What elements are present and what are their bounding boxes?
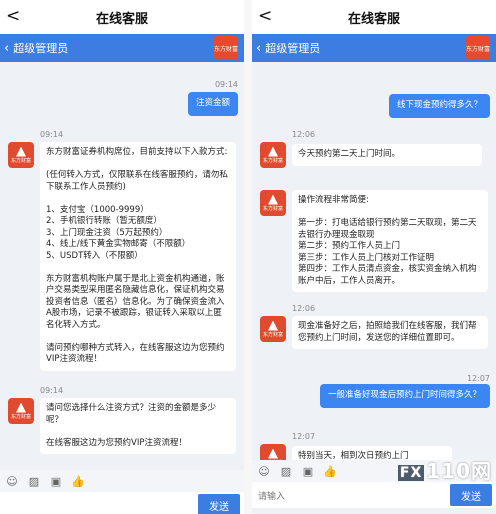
gallery-icon[interactable]: ▣ <box>48 474 64 488</box>
avatar-text: 东方财富 <box>262 331 283 338</box>
input-row: 发送 <box>0 492 244 514</box>
agent-header: ‹ 超级管理员 东方财富 <box>0 34 244 62</box>
back-chevron-icon[interactable]: ‹ <box>256 41 261 56</box>
send-button[interactable]: 发送 <box>198 494 240 514</box>
image-icon[interactable]: ▨ <box>278 464 294 478</box>
watermark: FX 110网 <box>397 455 492 484</box>
agent-avatar: 东方财富 <box>8 142 34 168</box>
agent-avatar: 东方财富 <box>260 316 286 342</box>
message-time: 12:06 <box>292 304 316 313</box>
message-list[interactable]: 线下现金预约得多久？ 12:06 东方财富 今天预约第二天上门时间。 东方财富 … <box>252 62 496 514</box>
logo-icon <box>16 402 26 413</box>
agent-name: 超级管理员 <box>13 42 69 55</box>
message-input[interactable]: 请输入 <box>252 489 450 502</box>
gallery-icon[interactable]: ▣ <box>300 464 316 478</box>
watermark-box: FX <box>397 464 425 481</box>
message-time: 12:07 <box>292 432 316 441</box>
agent-avatar: 东方财富 <box>260 190 286 216</box>
agent-name: 超级管理员 <box>265 42 321 55</box>
back-chevron-icon[interactable]: < <box>6 6 20 26</box>
brand-logo-text: 东方财富 <box>466 45 491 53</box>
message-time: 09:14 <box>214 80 238 89</box>
logo-icon <box>268 448 278 459</box>
logo-icon <box>268 146 278 157</box>
page-title: 在线客服 <box>347 11 400 27</box>
screenshot-stage: < 在线客服 ‹ 超级管理员 东方财富 09:14 注资金额 09:14 东方财… <box>0 0 496 514</box>
top-bar: < 在线客服 <box>252 0 496 34</box>
back-chevron-icon[interactable]: ‹ <box>4 41 9 56</box>
agent-message: 今天预约第二天上门时间。 <box>292 144 482 166</box>
logo-icon <box>268 320 278 331</box>
agent-message: 现金准备好之后，拍照给我们在线客服，我们帮您预约上门时间，发送您的详细位置即可。 <box>292 316 488 349</box>
message-time: 09:14 <box>40 130 64 139</box>
smiley-icon[interactable]: ☺ <box>4 474 20 488</box>
smiley-icon[interactable]: ☺ <box>256 464 272 478</box>
agent-message: 请问您选择什么注资方式？注资的金额是多少呢？ 在线客服这边为您预约VIP注资流程… <box>40 398 236 454</box>
image-icon[interactable]: ▨ <box>26 474 42 488</box>
panel-divider <box>244 0 252 514</box>
thumbs-up-icon[interactable]: 👍 <box>322 464 338 478</box>
agent-message: 东方财富证券机构席位，目前支持以下入款方式: (任何转入方式，仅限联系在线客服预… <box>40 142 236 371</box>
avatar-text: 东方财富 <box>262 157 283 164</box>
user-message: 注资金额 <box>187 92 238 116</box>
message-time: 12:07 <box>466 374 490 383</box>
avatar-text: 东方财富 <box>10 157 31 164</box>
message-time: 12:06 <box>292 130 316 139</box>
logo-icon <box>16 146 26 157</box>
agent-header: ‹ 超级管理员 东方财富 <box>252 34 496 62</box>
message-time: 09:14 <box>40 386 64 395</box>
back-chevron-icon[interactable]: < <box>258 6 272 26</box>
input-toolbar: ☺ ▨ ▣ 👍 <box>0 470 244 492</box>
send-button[interactable]: 发送 <box>450 484 492 506</box>
brand-logo: 东方财富 <box>214 36 238 60</box>
watermark-text: 110网 <box>426 459 492 483</box>
chat-window-left: < 在线客服 ‹ 超级管理员 东方财富 09:14 注资金额 09:14 东方财… <box>0 0 244 514</box>
brand-logo-text: 东方财富 <box>214 45 239 53</box>
message-list[interactable]: 09:14 注资金额 09:14 东方财富 东方财富证券机构席位，目前支持以下入… <box>0 62 244 514</box>
user-message: 一般准备好现金后预约上门时间得多久？ <box>320 384 490 408</box>
top-bar: < 在线客服 <box>0 0 244 34</box>
input-row: 请输入 发送 <box>252 482 496 508</box>
user-message: 线下现金预约得多久？ <box>388 94 490 118</box>
avatar-text: 东方财富 <box>262 205 283 212</box>
agent-avatar: 东方财富 <box>260 142 286 168</box>
thumbs-up-icon[interactable]: 👍 <box>70 474 86 488</box>
page-title: 在线客服 <box>95 11 148 27</box>
agent-message: 操作流程非常简便: 第一步：打电话给银行预约第二天取现，第二天去银行办理现金取现… <box>292 190 488 292</box>
agent-avatar: 东方财富 <box>8 398 34 424</box>
chat-window-right: < 在线客服 ‹ 超级管理员 东方财富 线下现金预约得多久？ 12:06 东方财… <box>252 0 496 514</box>
avatar-text: 东方财富 <box>10 413 31 420</box>
logo-icon <box>268 194 278 205</box>
brand-logo: 东方财富 <box>466 36 490 60</box>
